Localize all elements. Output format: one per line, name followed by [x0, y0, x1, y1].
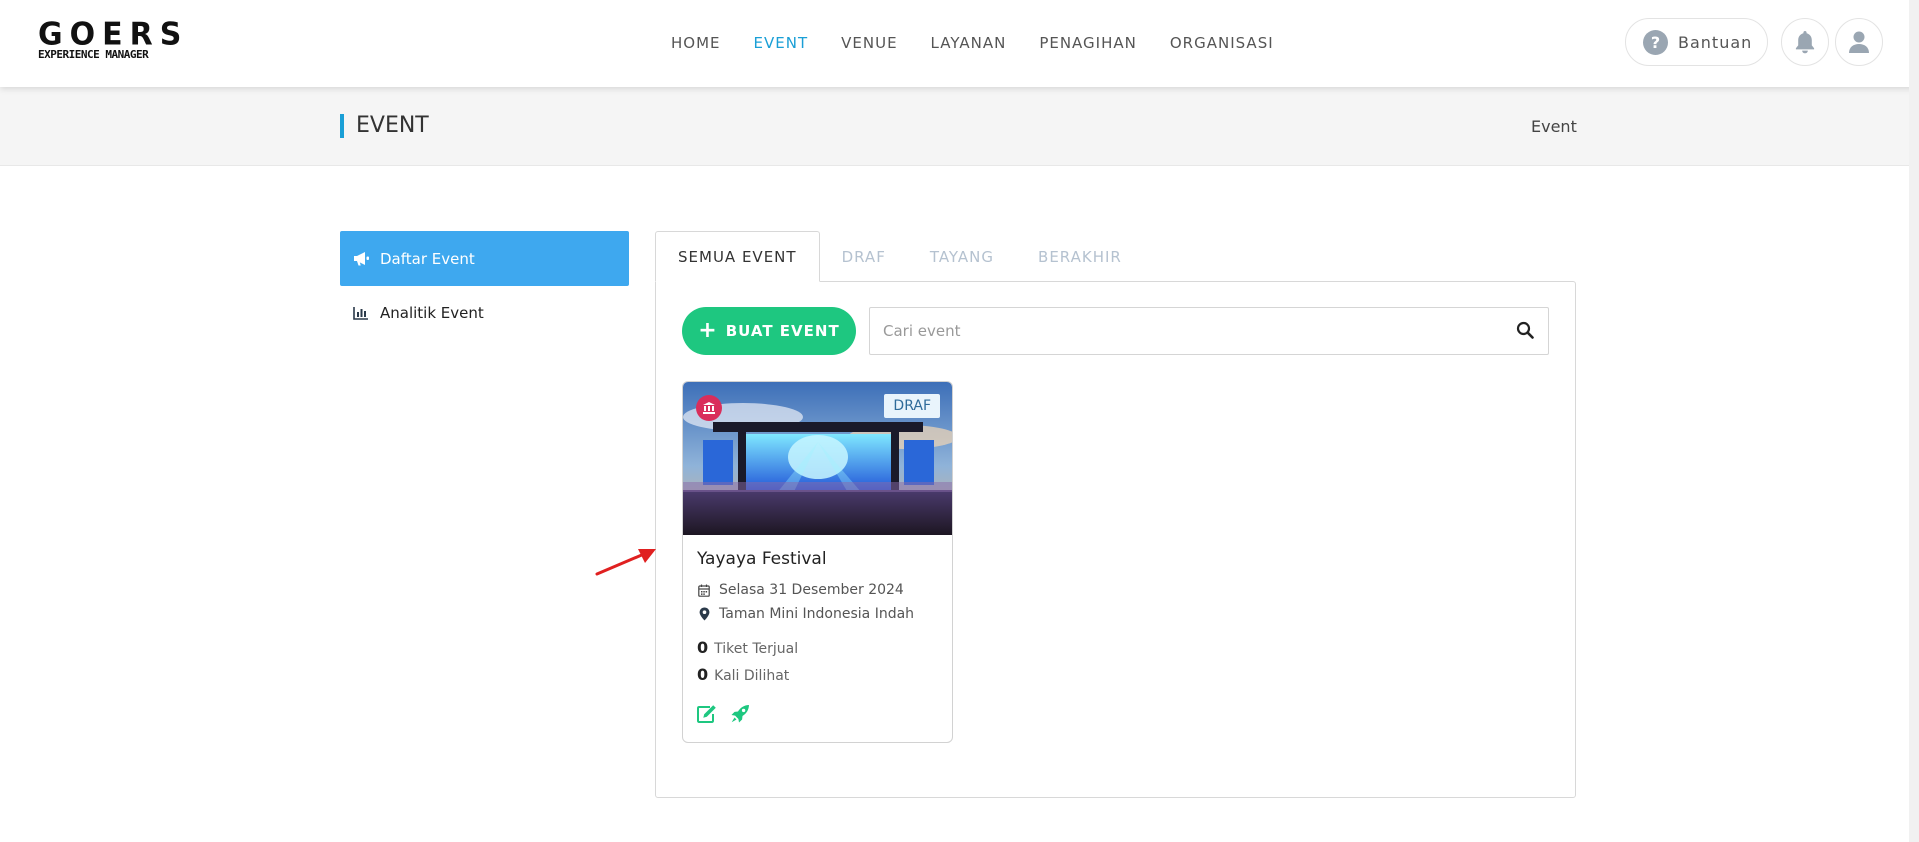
search-icon[interactable]: [1516, 321, 1534, 343]
event-title[interactable]: Yayaya Festival: [697, 549, 827, 569]
nav-home[interactable]: HOME: [671, 34, 721, 52]
tickets-sold-label: Tiket Terjual: [714, 641, 799, 657]
question-icon: ?: [1643, 29, 1668, 55]
annotation-arrow: [595, 549, 656, 576]
rocket-icon[interactable]: [730, 704, 750, 728]
event-tabs: SEMUA EVENT DRAF TAYANG BERAKHIR: [655, 231, 1144, 282]
nav-penagihan[interactable]: PENAGIHAN: [1039, 34, 1137, 52]
event-location: Taman Mini Indonesia Indah: [697, 606, 914, 622]
page-title: EVENT: [340, 114, 429, 138]
status-badge: DRAF: [884, 394, 940, 418]
bell-icon: [1795, 31, 1815, 54]
help-label: Bantuan: [1678, 32, 1753, 52]
tab-tayang[interactable]: TAYANG: [908, 231, 1016, 282]
profile-button[interactable]: [1835, 18, 1883, 66]
views-stat: 0 Kali Dilihat: [697, 665, 789, 684]
megaphone-icon: [352, 250, 370, 268]
help-button[interactable]: ? Bantuan: [1625, 18, 1768, 66]
logo-name: GOERS: [38, 16, 189, 53]
calendar-icon: [697, 584, 711, 597]
sidebar-item-daftar-event[interactable]: Daftar Event: [340, 231, 629, 286]
views-label: Kali Dilihat: [714, 668, 790, 684]
edit-icon[interactable]: [696, 704, 717, 727]
tab-berakhir[interactable]: BERAKHIR: [1016, 231, 1144, 282]
sidebar-item-label: Daftar Event: [380, 249, 475, 268]
page-header: EVENT Event: [0, 87, 1919, 166]
nav-organisasi[interactable]: ORGANISASI: [1170, 34, 1274, 52]
plus-icon: +: [698, 318, 718, 343]
create-event-label: BUAT EVENT: [725, 322, 840, 340]
event-location-text: Taman Mini Indonesia Indah: [719, 606, 915, 622]
notification-button[interactable]: [1781, 18, 1829, 66]
tickets-sold-count: 0: [697, 638, 709, 657]
create-event-button[interactable]: + BUAT EVENT: [682, 307, 856, 355]
tab-draf[interactable]: DRAF: [820, 231, 908, 282]
event-card[interactable]: DRAF Yayaya Festival Selasa 31 Desember …: [682, 381, 953, 743]
views-count: 0: [697, 665, 709, 684]
main-nav: HOME EVENT VENUE LAYANAN PENAGIHAN ORGAN…: [671, 34, 1307, 52]
search-input[interactable]: [870, 308, 1470, 354]
breadcrumb[interactable]: Event: [1531, 117, 1577, 136]
map-pin-icon: [697, 607, 711, 621]
search-box: [869, 307, 1549, 355]
event-date: Selasa 31 Desember 2024: [697, 582, 904, 598]
page-scrollbar[interactable]: [1909, 0, 1919, 842]
nav-layanan[interactable]: LAYANAN: [931, 34, 1007, 52]
bar-chart-icon: [352, 304, 370, 322]
event-date-text: Selasa 31 Desember 2024: [719, 582, 904, 598]
top-navbar: GOERS EXPERIENCE MANAGER HOME EVENT VENU…: [0, 0, 1919, 87]
nav-event[interactable]: EVENT: [754, 34, 809, 52]
tab-semua-event[interactable]: SEMUA EVENT: [655, 231, 820, 282]
venue-icon: [696, 395, 722, 421]
sidebar-item-label: Analitik Event: [380, 303, 484, 322]
tickets-sold-stat: 0 Tiket Terjual: [697, 638, 798, 657]
goers-logo[interactable]: GOERS EXPERIENCE MANAGER: [38, 16, 189, 60]
nav-venue[interactable]: VENUE: [841, 34, 897, 52]
user-icon: [1849, 31, 1869, 53]
sidebar-item-analitik-event[interactable]: Analitik Event: [340, 285, 629, 340]
